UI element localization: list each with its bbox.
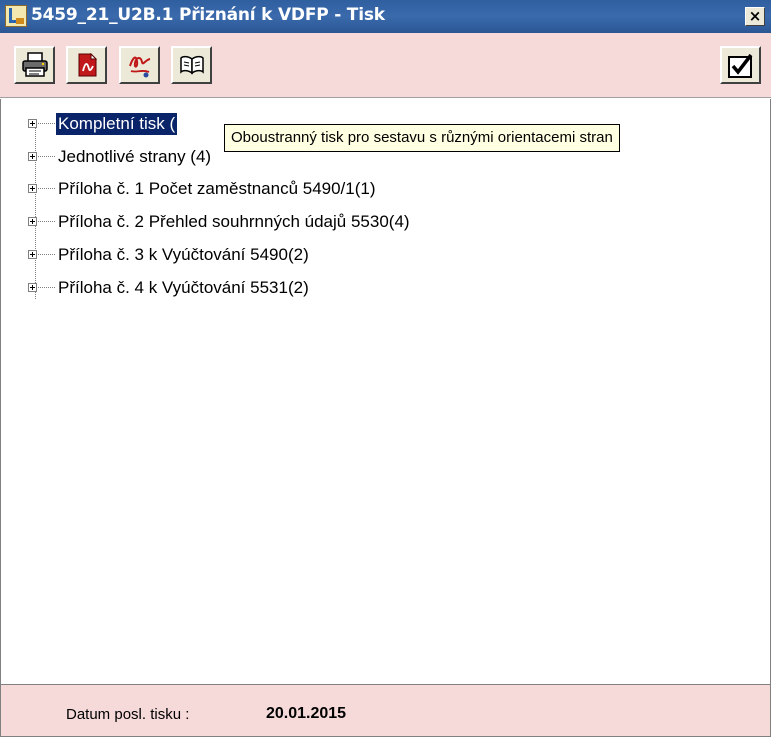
expand-icon[interactable] [28, 217, 37, 226]
expand-icon[interactable] [28, 283, 37, 292]
expand-icon[interactable] [28, 119, 37, 128]
tooltip: Oboustranný tisk pro sestavu s různými o… [224, 124, 620, 152]
tree-connector [38, 221, 55, 222]
tree-connector [38, 287, 55, 288]
tree-connector [38, 254, 55, 255]
expand-icon[interactable] [28, 184, 37, 193]
report-tree: Kompletní tisk ( Jednotlivé strany (4) P… [0, 99, 771, 684]
print-button[interactable] [14, 46, 55, 84]
tree-connector [38, 188, 55, 189]
duplex-print-button[interactable] [171, 46, 212, 84]
expand-icon[interactable] [28, 152, 37, 161]
app-icon [5, 5, 27, 27]
title-bar[interactable]: 5459_21_U2B.1 Přiznání k VDFP - Tisk × [0, 0, 771, 33]
status-bar: Datum posl. tisku : 20.01.2015 [0, 684, 771, 737]
print-icon [22, 52, 48, 77]
tree-node-label[interactable]: Jednotlivé strany (4) [58, 146, 211, 168]
duplex-print-icon [180, 55, 204, 75]
print-dialog-window: 5459_21_U2B.1 Přiznání k VDFP - Tisk × K… [0, 0, 771, 737]
confirm-button[interactable] [720, 46, 761, 84]
tree-connector [35, 123, 36, 299]
window-title: 5459_21_U2B.1 Přiznání k VDFP - Tisk [31, 5, 385, 25]
tree-node-label[interactable]: Příloha č. 4 k Vyúčtování 5531(2) [58, 277, 309, 299]
toolbar [0, 33, 771, 98]
checkmark-icon [728, 53, 753, 78]
pdf-icon [78, 52, 98, 77]
tree-node-label[interactable]: Příloha č. 1 Počet zaměstnanců 5490/1(1) [58, 178, 376, 200]
expand-icon[interactable] [28, 250, 37, 259]
last-print-date-label: Datum posl. tisku : [66, 706, 190, 723]
last-print-date-value: 20.01.2015 [266, 705, 347, 722]
tree-connector [38, 156, 55, 157]
tree-node-label[interactable]: Kompletní tisk ( [56, 113, 178, 135]
close-button[interactable]: × [745, 7, 765, 26]
tree-node-label[interactable]: Příloha č. 3 k Vyúčtování 5490(2) [58, 244, 309, 266]
tree-connector [38, 123, 55, 124]
pdf-button[interactable] [66, 46, 107, 84]
tree-node-label[interactable]: Příloha č. 2 Přehled souhrnných údajů 55… [58, 211, 410, 233]
signature-icon [129, 56, 151, 78]
signature-button[interactable] [119, 46, 160, 84]
